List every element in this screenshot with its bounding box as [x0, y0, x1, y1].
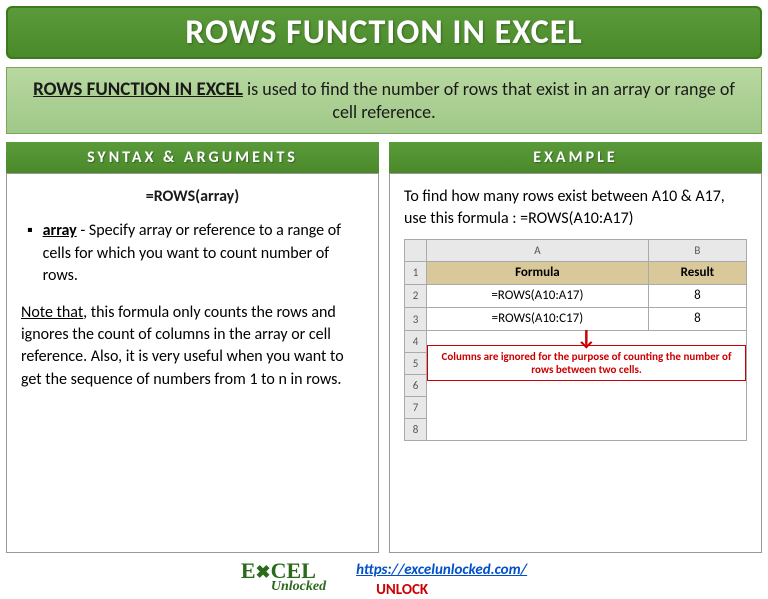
row-number: 4	[405, 331, 427, 353]
result-cell: 8	[648, 284, 746, 307]
syntax-heading: SYNTAX & ARGUMENTS	[6, 142, 379, 173]
formula-cell: =ROWS(A10:A17)	[427, 284, 649, 307]
row-number: 1	[405, 261, 427, 284]
footer-link-block: https://excelunlocked.com/ UNLOCK	[356, 561, 527, 599]
formula-cell: =ROWS(A10:C17)	[427, 308, 649, 331]
syntax-body: =ROWS(array) ▪ array - Specify array or …	[6, 173, 379, 553]
bullet-icon: ▪	[27, 220, 39, 242]
argument-desc: - Specify array or reference to a range …	[43, 221, 341, 285]
table-row: 1 Formula Result	[405, 261, 747, 284]
example-table: A B 1 Formula Result 2 =ROWS(A10:A17) 8 …	[404, 239, 747, 442]
callout-box: Columns are ignored for the purpose of c…	[427, 345, 746, 381]
page-title-bar: ROWS FUNCTION IN EXCEL	[6, 6, 762, 59]
note-label: Note that	[21, 303, 83, 322]
col-header-b: B	[648, 239, 746, 261]
table-row: 2 =ROWS(A10:A17) 8	[405, 284, 747, 307]
example-column: EXAMPLE To find how many rows exist betw…	[389, 142, 762, 553]
intro-bar: ROWS FUNCTION IN EXCEL is used to find t…	[6, 67, 762, 134]
table-row: 3 =ROWS(A10:C17) 8	[405, 308, 747, 331]
argument-text: array - Specify array or reference to a …	[43, 220, 360, 287]
result-cell: 8	[648, 308, 746, 331]
example-intro: To find how many rows exist between A10 …	[404, 186, 747, 231]
arrow-down-icon: ↓	[427, 331, 746, 344]
row-number: 6	[405, 375, 427, 397]
row-number: 2	[405, 284, 427, 307]
logo: E✖CEL Unlocked	[241, 561, 326, 593]
intro-bold: ROWS FUNCTION IN EXCEL	[33, 78, 243, 101]
argument-name: array	[43, 221, 77, 240]
header-formula: Formula	[427, 261, 649, 284]
table-row: A B	[405, 239, 747, 261]
footer: E✖CEL Unlocked https://excelunlocked.com…	[6, 561, 762, 599]
logo-x-icon: ✖	[256, 564, 271, 580]
header-result: Result	[648, 261, 746, 284]
example-heading: EXAMPLE	[389, 142, 762, 173]
note-paragraph: Note that, this formula only counts the …	[21, 302, 364, 392]
syntax-column: SYNTAX & ARGUMENTS =ROWS(array) ▪ array …	[6, 142, 379, 553]
unlock-label: UNLOCK	[376, 581, 527, 599]
example-body: To find how many rows exist between A10 …	[389, 173, 762, 553]
site-link[interactable]: https://excelunlocked.com/	[356, 561, 527, 579]
row-number: 5	[405, 353, 427, 375]
syntax-formula: =ROWS(array)	[21, 186, 364, 208]
argument-item: ▪ array - Specify array or reference to …	[27, 220, 364, 287]
row-number: 7	[405, 397, 427, 419]
page-title: ROWS FUNCTION IN EXCEL	[8, 12, 760, 53]
logo-text-1: E	[241, 558, 256, 583]
row-number: 8	[405, 419, 427, 441]
callout-area: ↓ Columns are ignored for the purpose of…	[427, 331, 747, 441]
logo-subtext: Unlocked	[271, 581, 326, 594]
table-row: 4 ↓ Columns are ignored for the purpose …	[405, 331, 747, 353]
col-header-a: A	[427, 239, 649, 261]
row-number: 3	[405, 308, 427, 331]
intro-text: is used to find the number of rows that …	[243, 78, 735, 123]
corner-cell	[405, 239, 427, 261]
